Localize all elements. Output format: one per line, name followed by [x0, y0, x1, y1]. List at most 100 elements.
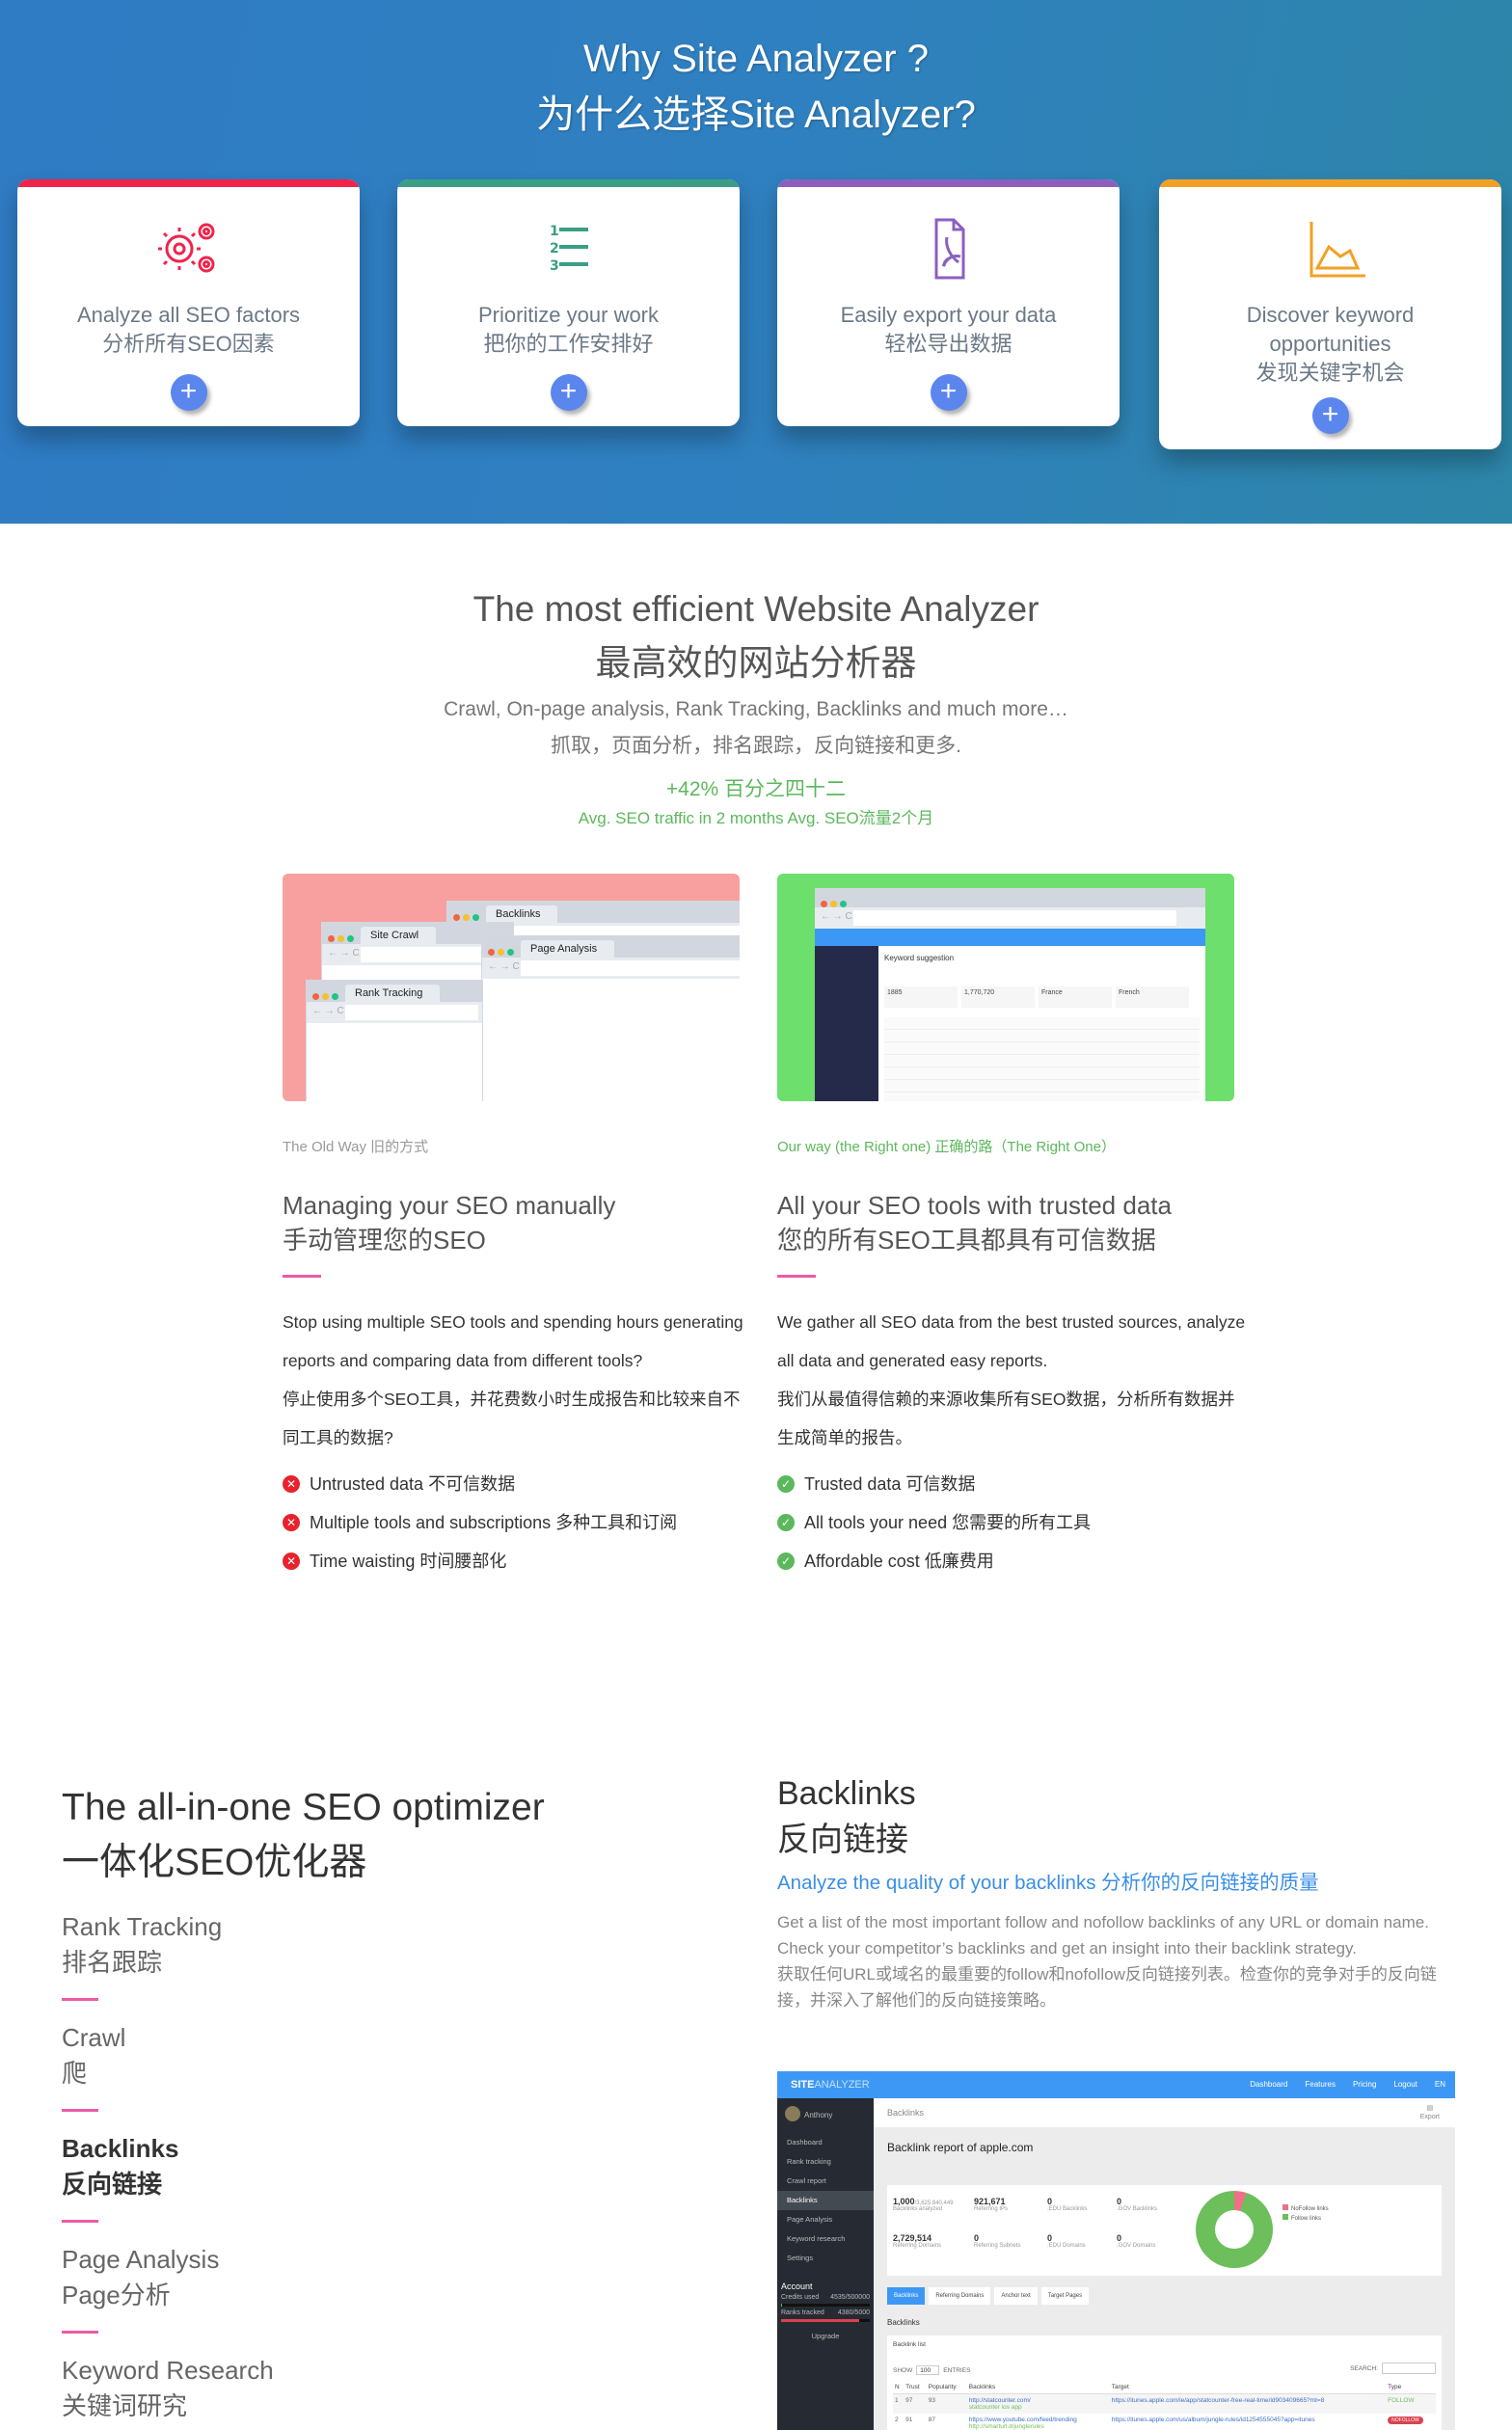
item-en: Rank Tracking [62, 1912, 223, 1941]
col-type[interactable]: Type [1386, 2381, 1436, 2394]
area-chart-icon [1310, 222, 1365, 278]
nav-dashboard[interactable]: Dashboard [1250, 2080, 1287, 2089]
col-popularity[interactable]: Popularity [926, 2381, 967, 2394]
optimizer-item-backlinks[interactable]: Backlinks 反向链接 [62, 2131, 602, 2223]
stat: 0 Referring Subnets [974, 2233, 1021, 2249]
traffic-stat: +42% 百分之四十二 [665, 778, 847, 800]
old-way-illustration: Backlinks ← → C Site Crawl ← → C Page An… [283, 874, 740, 1101]
optimizer-item-crawl[interactable]: Crawl 爬 [62, 2020, 602, 2112]
screenshot-stat: 1,770,720 [961, 986, 1035, 1008]
sidebar-item-page-analysis[interactable]: Page Analysis [777, 2210, 874, 2229]
breadcrumb: Backlinks ▤ Export [874, 2098, 1455, 2127]
section-heading: Backlinks [887, 2318, 920, 2327]
backlinks-title-cn: 反向链接 [777, 1822, 908, 1858]
check-circle-icon: ✓ [777, 1552, 795, 1570]
table-row: 2 91 87 https://www.youtube.com/feed/trend… [893, 2414, 1436, 2430]
col-backlinks[interactable]: Backlinks [966, 2381, 1110, 2394]
expand-button[interactable]: + [930, 374, 967, 411]
col-trust[interactable]: Trust [904, 2381, 927, 2394]
sidebar-item-keyword-research[interactable]: Keyword research [777, 2229, 874, 2249]
why-title: Why Site Analyzer ? 为什么选择Site Analyzer? [0, 31, 1512, 143]
item-cn: 爬 [62, 2059, 88, 2088]
card-title-cn: 轻松导出数据 [884, 332, 1012, 356]
search-control: SEARCH: [1350, 2362, 1436, 2374]
card-title: Analyze all SEO factors 分析所有SEO因素 [27, 301, 350, 359]
svg-text:3: 3 [550, 258, 559, 274]
app-main: Backlinks ▤ Export Backlink report of appl… [874, 2098, 1455, 2430]
tab-referring-domains[interactable]: Referring Domains [929, 2287, 991, 2305]
tab-anchor-text[interactable]: Anchor text [994, 2287, 1038, 2305]
nav-language[interactable]: EN [1435, 2080, 1445, 2089]
backlink-url[interactable]: http://statcounter.com/ [969, 2397, 1031, 2404]
table-row: 1 97 93 http://statcounter.com/statcounter… [893, 2393, 1436, 2414]
upgrade-button[interactable]: Upgrade [777, 2332, 874, 2340]
sidebar-item-settings[interactable]: Settings [777, 2249, 874, 2268]
list-item-label: Multiple tools and subscriptions 多种工具和订阅 [310, 1513, 678, 1532]
list-item-label: Affordable cost 低廉费用 [804, 1552, 994, 1571]
divider [777, 1275, 816, 1278]
old-way-title: Managing your SEO manually 手动管理您的SEO [283, 1188, 755, 1257]
nav-pricing[interactable]: Pricing [1353, 2080, 1376, 2089]
gears-icon [157, 223, 214, 273]
expand-button[interactable]: + [170, 374, 207, 411]
nav-logout[interactable]: Logout [1393, 2080, 1417, 2089]
export-button[interactable]: ▤ Export [1420, 2104, 1440, 2121]
optimizer-item-keyword-research[interactable]: Keyword Research 关键词研究 [62, 2353, 602, 2424]
stat: 0 .GOV Domains [1117, 2233, 1156, 2249]
stat: 0 .EDU Domains [1047, 2233, 1086, 2249]
nav-features[interactable]: Features [1305, 2080, 1336, 2089]
entries-select[interactable]: 100 [916, 2365, 940, 2375]
item-cn: 排名跟踪 [62, 1948, 163, 1977]
sidebar-item-backlinks[interactable]: Backlinks [777, 2191, 874, 2210]
app-topnav: Dashboard Features Pricing Logout EN [1250, 2080, 1445, 2089]
divider [62, 2109, 98, 2112]
optimizer-title-en: The all-in-one SEO optimizer [62, 1787, 545, 1828]
stat: 2,729,514 Referring Domains [893, 2233, 942, 2249]
account-heading: Account [781, 2282, 813, 2291]
donut-legend: NoFollow links Follow links [1282, 2204, 1329, 2224]
sidebar-item-dashboard[interactable]: Dashboard [777, 2133, 874, 2152]
type-badge: NOFOLLOW [1388, 2416, 1423, 2424]
x-circle-icon: ✕ [283, 1552, 300, 1570]
check-circle-icon: ✓ [777, 1514, 795, 1531]
expand-button[interactable]: + [550, 374, 587, 411]
card-accent-bar [777, 179, 1120, 187]
ranks-meter: Ranks tracked 4380/5000 [781, 2309, 870, 2316]
backlinks-title-en: Backlinks [777, 1775, 916, 1812]
optimizer-item-page-analysis[interactable]: Page Analysis Page分析 [62, 2242, 602, 2334]
divider [62, 1998, 98, 2001]
svg-text:2: 2 [550, 241, 559, 256]
backlinks-quality-link[interactable]: Analyze the quality of your backlinks 分析… [777, 1869, 1462, 1898]
x-circle-icon: ✕ [283, 1475, 300, 1493]
target-url[interactable]: https://itunes.apple.com/us/album/jungle… [1112, 2416, 1315, 2423]
expand-button[interactable]: + [1311, 397, 1349, 434]
backlink-url[interactable]: https://www.youtube.com/feed/trending [969, 2416, 1077, 2423]
list-item: ✓ All tools your need 您需要的所有工具 [777, 1503, 1250, 1542]
backlink-list: Backlink list SHOW 100 ENTRIES SEARCH: N T… [887, 2336, 1442, 2430]
target-url[interactable]: https://itunes.apple.com/ie/app/statcoun… [1112, 2397, 1325, 2404]
card-title-en: Prioritize your work [477, 303, 660, 327]
optimizer-menu: The all-in-one SEO optimizer 一体化SEO优化器 R… [62, 1780, 602, 2424]
svg-text:1: 1 [550, 224, 559, 239]
backlinks-title: Backlinks 反向链接 [777, 1770, 1462, 1863]
stat: 1,000/3,625,840,449 Backlinks analyzed [893, 2197, 954, 2212]
col-target[interactable]: Target [1109, 2381, 1387, 2394]
our-way-title: All your SEO tools with trusted data 您的所… [777, 1188, 1250, 1257]
stat: 921,671 Referring IPs [974, 2197, 1009, 2212]
item-en: Crawl [62, 2023, 126, 2052]
backlinks-desc-en: Get a list of the most important follow … [777, 1913, 1429, 1958]
card-title-cn: 把你的工作安排好 [483, 332, 654, 356]
sidebar-item-rank-tracking[interactable]: Rank tracking [777, 2152, 874, 2172]
old-way-list: ✕ Untrusted data 不可信数据 ✕ Multiple tools an… [283, 1465, 755, 1580]
divider [62, 2220, 98, 2223]
tab-target-pages[interactable]: Target Pages [1040, 2287, 1090, 2305]
window-tab: Backlinks [486, 905, 558, 923]
card-title: Easily export your data 轻松导出数据 [787, 301, 1110, 359]
card-title: Prioritize your work 把你的工作安排好 [407, 301, 730, 359]
search-input[interactable] [1382, 2362, 1436, 2374]
tab-backlinks[interactable]: Backlinks [887, 2287, 926, 2305]
sidebar-item-crawl-report[interactable]: Crawl report [777, 2172, 874, 2191]
optimizer-item-rank-tracking[interactable]: Rank Tracking 排名跟踪 [62, 1909, 602, 2001]
col-n[interactable]: N [893, 2381, 904, 2394]
list-title: Backlink list [893, 2341, 926, 2348]
